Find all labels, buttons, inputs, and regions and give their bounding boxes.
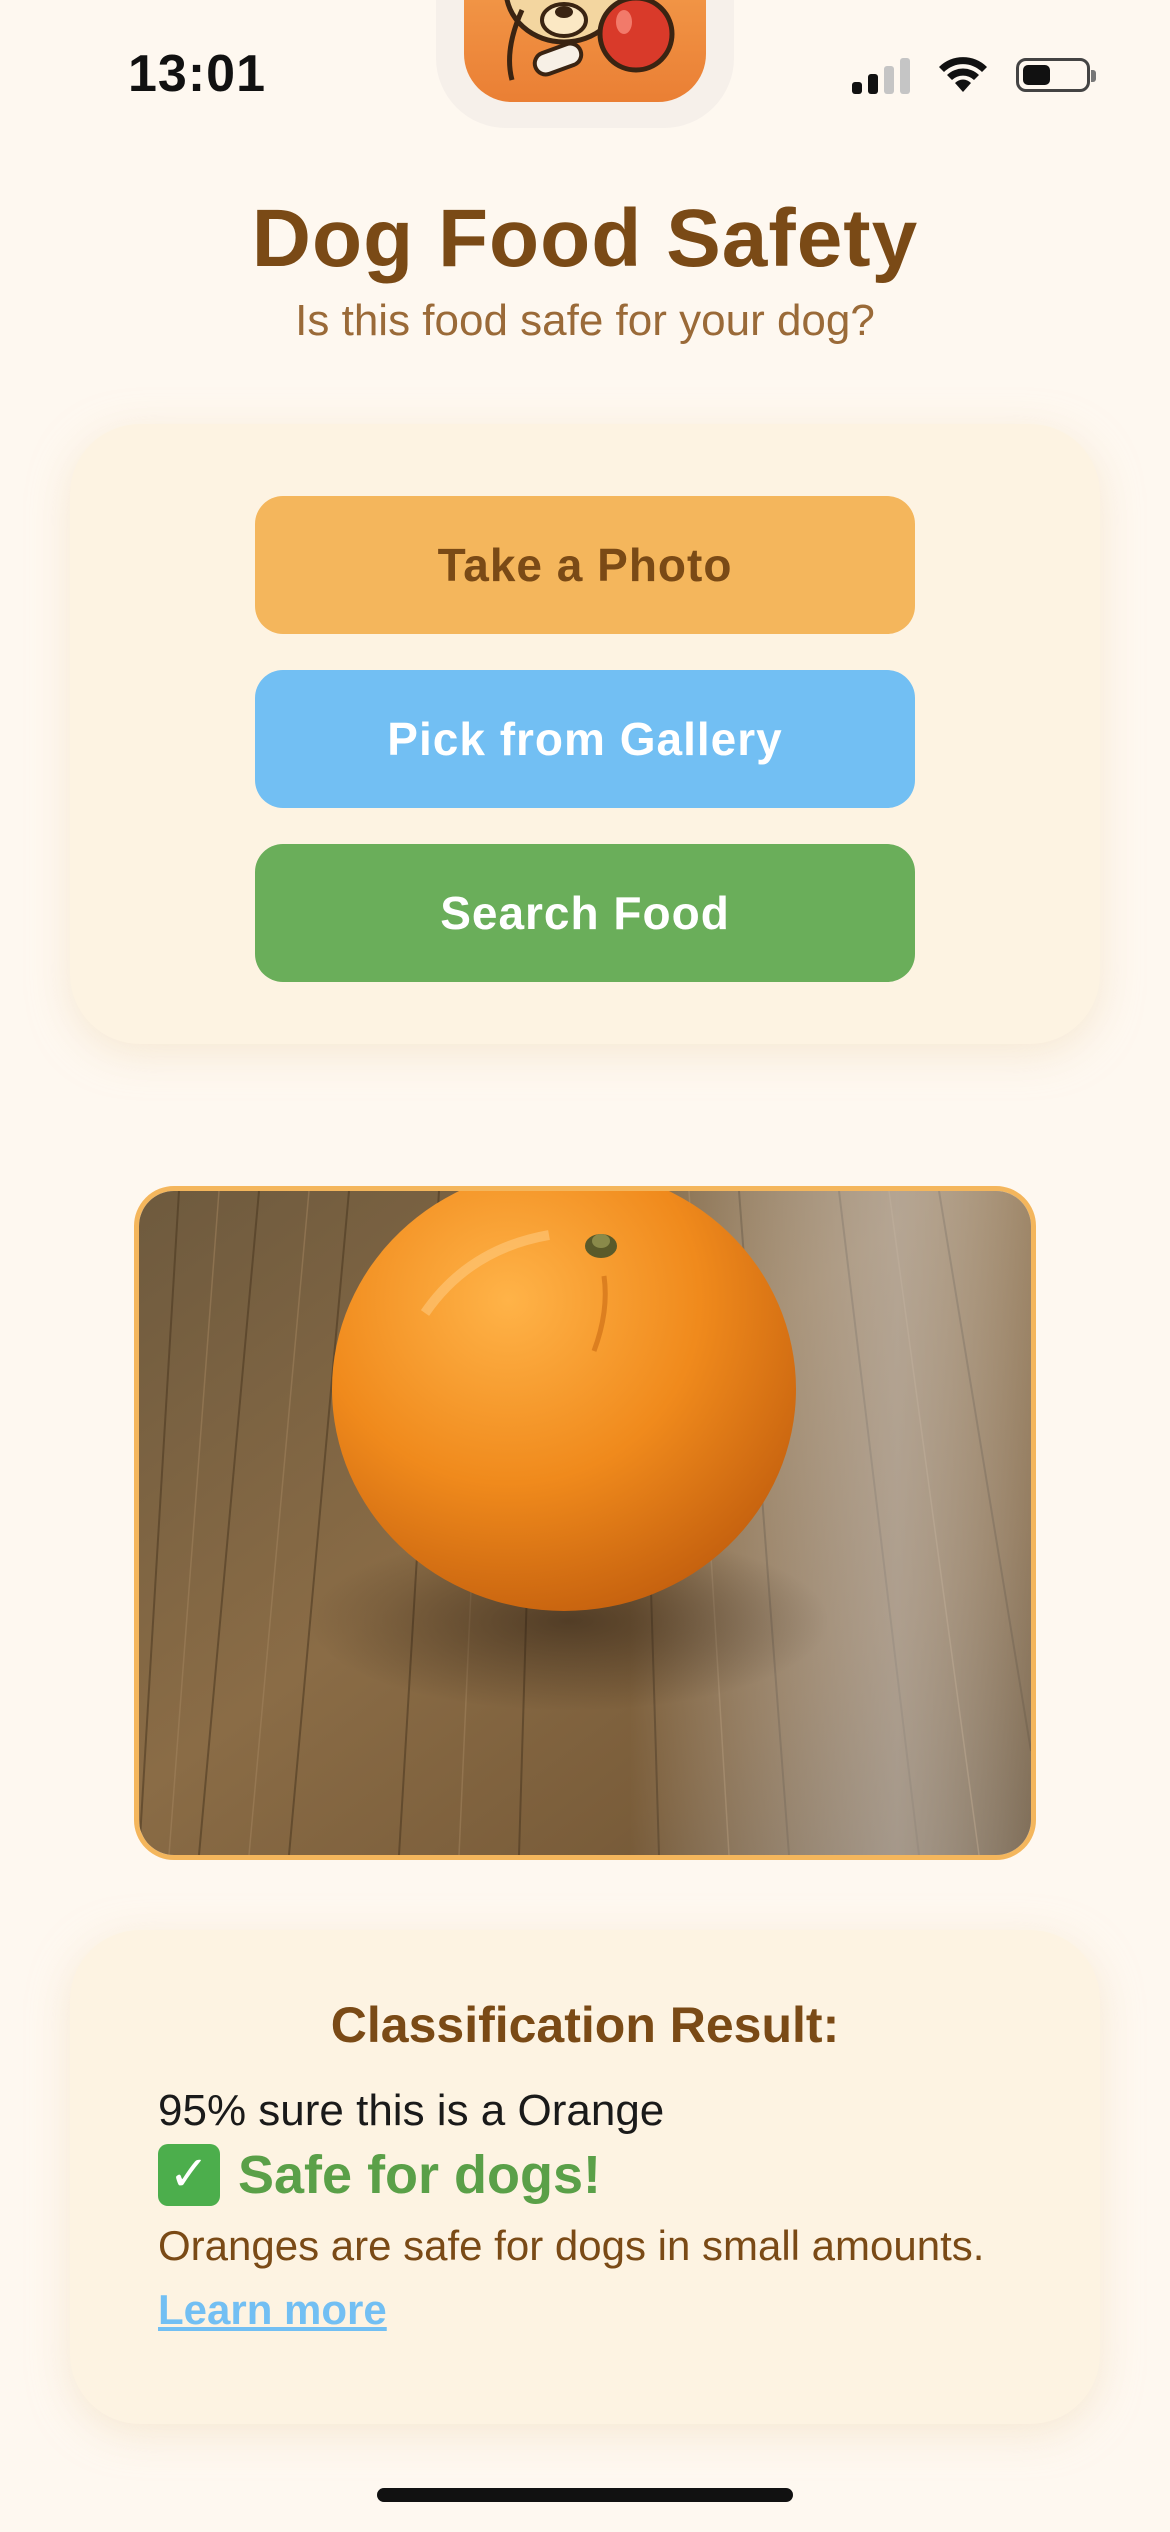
battery-icon	[1016, 58, 1096, 92]
status-time: 13:01	[128, 45, 266, 103]
wifi-icon	[939, 57, 987, 92]
app-icon-frame	[436, 0, 734, 128]
learn-more-link[interactable]: Learn more	[158, 2286, 387, 2334]
safety-label: Safe for dogs!	[238, 2145, 602, 2205]
result-confidence: 95% sure this is a Orange	[158, 2086, 665, 2135]
classification-result-card: Classification Result: 95% sure this is …	[70, 1930, 1100, 2424]
pick-from-gallery-button[interactable]: Pick from Gallery	[255, 670, 915, 808]
check-mark-icon: ✓	[158, 2144, 220, 2206]
cellular-signal-icon	[852, 56, 910, 94]
take-photo-button[interactable]: Take a Photo	[255, 496, 915, 634]
status-icons	[852, 56, 1096, 94]
safety-status: ✓ Safe for dogs!	[158, 2144, 601, 2206]
page-title: Dog Food Safety	[251, 193, 919, 284]
page-subtitle: Is this food safe for your dog?	[295, 296, 875, 345]
result-title: Classification Result:	[330, 1997, 840, 2053]
result-description: Oranges are safe for dogs in small amoun…	[158, 2222, 985, 2269]
selected-food-photo	[134, 1186, 1036, 1860]
dog-with-apple-icon	[464, 0, 706, 102]
search-food-button[interactable]: Search Food	[255, 844, 915, 982]
home-indicator[interactable]	[377, 2488, 793, 2502]
